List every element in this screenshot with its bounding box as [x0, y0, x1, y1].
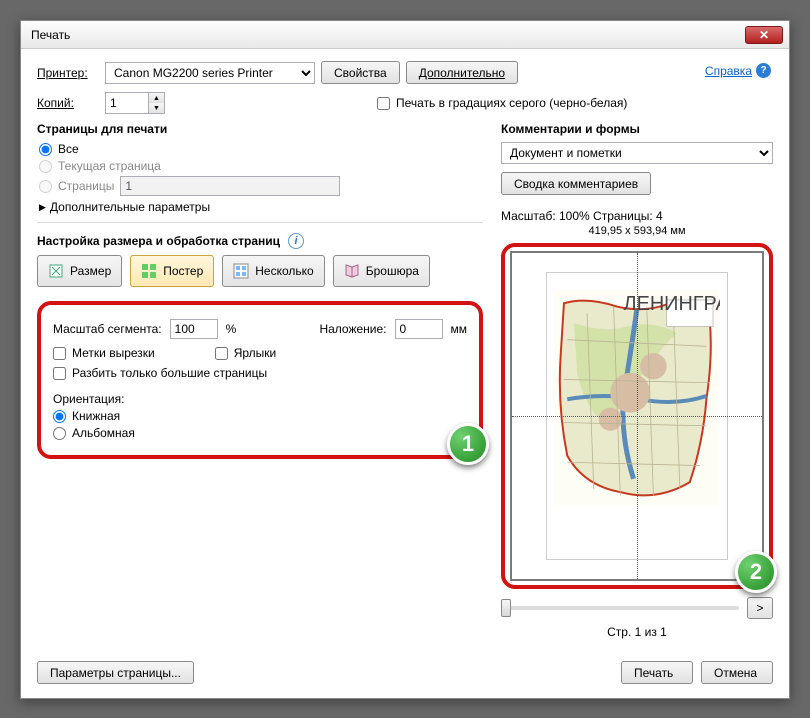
scale-label: Масштаб сегмента:: [53, 322, 162, 336]
multiple-icon: [233, 263, 249, 279]
summarize-comments-button[interactable]: Сводка комментариев: [501, 172, 651, 195]
help-link[interactable]: Справка ?: [705, 63, 771, 78]
svg-text:ЛЕНИНГРАДА: ЛЕНИНГРАДА: [624, 293, 720, 315]
titlebar: Печать ✕: [21, 21, 789, 49]
tab-booklet[interactable]: Брошюра: [333, 255, 430, 287]
preview-pager: Стр. 1 из 1: [501, 625, 773, 639]
chevron-right-icon: >: [756, 601, 763, 615]
bigonly-checkbox[interactable]: Разбить только большие страницы: [53, 366, 467, 380]
cancel-button[interactable]: Отмена: [701, 661, 773, 684]
overlap-input[interactable]: [395, 319, 443, 339]
close-button[interactable]: ✕: [745, 26, 783, 44]
comments-section-title: Комментарии и формы: [501, 122, 773, 136]
poster-icon: [141, 263, 157, 279]
size-icon: [48, 263, 64, 279]
tab-multiple[interactable]: Несколько: [222, 255, 324, 287]
copies-input[interactable]: [106, 93, 148, 113]
orientation-portrait-radio[interactable]: Книжная: [53, 409, 467, 423]
page-setup-button[interactable]: Параметры страницы...: [37, 661, 194, 684]
chevron-right-icon: ▶: [39, 202, 46, 213]
overlap-label: Наложение:: [319, 322, 386, 336]
pages-all-radio[interactable]: Все: [39, 142, 483, 156]
tab-size[interactable]: Размер: [37, 255, 122, 287]
preview-dims: 419,95 x 593,94 мм: [501, 225, 773, 237]
orientation-landscape-radio[interactable]: Альбомная: [53, 426, 467, 440]
pages-range-input: [120, 176, 340, 196]
pages-range-radio[interactable]: Страницы: [39, 176, 483, 196]
orientation-label: Ориентация:: [53, 392, 467, 406]
spin-down-icon[interactable]: ▼: [149, 103, 164, 113]
scale-input[interactable]: [170, 319, 218, 339]
help-label: Справка: [705, 64, 752, 78]
pages-current-radio[interactable]: Текущая страница: [39, 159, 483, 173]
preview-highlight: ЛЕНИНГРАДА 2: [501, 243, 773, 589]
printer-label: Принтер:: [37, 66, 99, 80]
properties-button[interactable]: Свойства: [321, 61, 400, 84]
callout-badge-1: 1: [447, 423, 489, 465]
callout-badge-2: 2: [735, 551, 777, 593]
info-icon[interactable]: i: [288, 233, 304, 249]
preview-next-button[interactable]: >: [747, 597, 773, 619]
pages-more-expander[interactable]: ▶Дополнительные параметры: [39, 200, 483, 214]
window-title: Печать: [31, 28, 745, 42]
cutmarks-checkbox[interactable]: Метки вырезки: [53, 346, 155, 360]
print-preview: ЛЕНИНГРАДА: [510, 251, 764, 581]
copies-spinner[interactable]: ▲▼: [105, 92, 165, 114]
tab-poster[interactable]: Постер: [130, 255, 214, 287]
booklet-icon: [344, 263, 360, 279]
close-icon: ✕: [759, 28, 769, 42]
comments-combo[interactable]: Документ и пометки: [501, 142, 773, 164]
poster-settings-highlight: Масштаб сегмента: % Наложение: мм Метки …: [37, 301, 483, 459]
sizing-section-title: Настройка размера и обработка страниц: [37, 234, 280, 248]
spin-up-icon[interactable]: ▲: [149, 93, 164, 103]
preview-zoom-slider[interactable]: [501, 606, 739, 610]
print-dialog: Печать ✕ Справка ? Принтер: Canon MG2200…: [20, 20, 790, 699]
labels-checkbox[interactable]: Ярлыки: [215, 346, 277, 360]
preview-scale-text: Масштаб: 100% Страницы: 4: [501, 209, 773, 223]
copies-label: Копий:: [37, 96, 99, 110]
print-button[interactable]: Печать: [621, 661, 693, 684]
printer-select[interactable]: Canon MG2200 series Printer: [105, 62, 315, 84]
pages-section-title: Страницы для печати: [37, 122, 483, 136]
advanced-button[interactable]: Дополнительно: [406, 61, 518, 84]
help-icon: ?: [756, 63, 771, 78]
slider-thumb[interactable]: [501, 599, 511, 617]
grayscale-checkbox[interactable]: Печать в градациях серого (черно-белая): [377, 96, 627, 110]
